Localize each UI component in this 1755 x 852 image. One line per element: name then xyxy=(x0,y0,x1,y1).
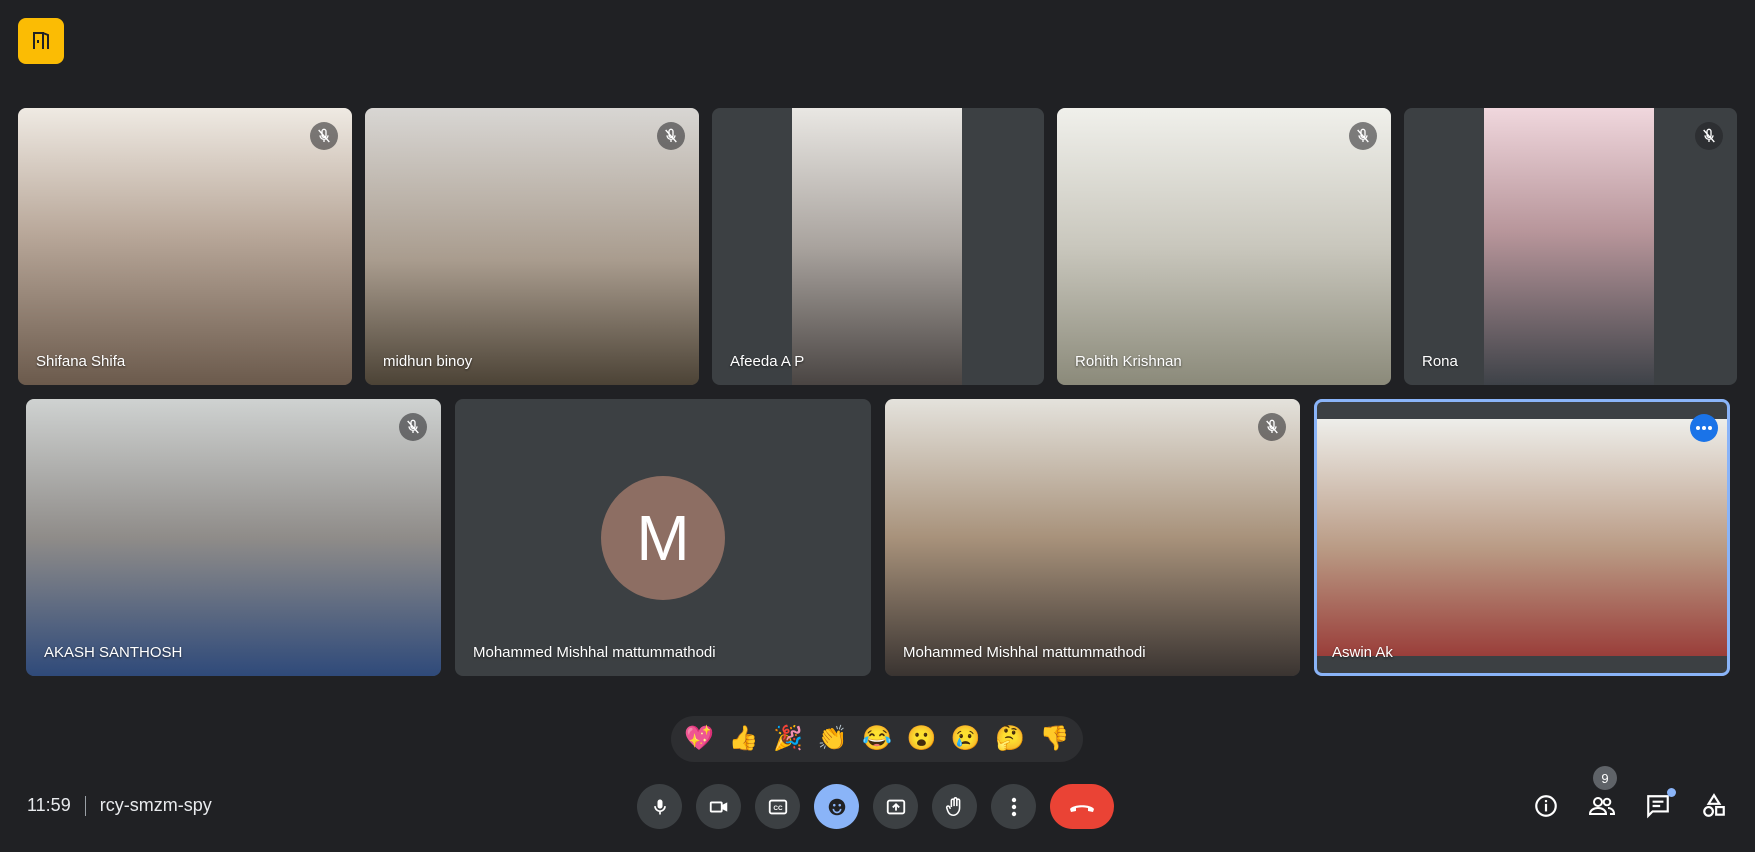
participant-name: Mohammed Mishhal mattummathodi xyxy=(903,644,1146,661)
reaction-clapping[interactable]: 👏 xyxy=(818,727,848,751)
activities-icon xyxy=(1703,793,1725,817)
participant-name: midhun binoy xyxy=(383,353,473,370)
meeting-code: rcy-smzm-spy xyxy=(99,795,212,815)
more-options-icon xyxy=(1011,797,1016,816)
hang-up-icon xyxy=(1070,804,1094,812)
participant-name: Rona xyxy=(1422,353,1458,370)
people-icon xyxy=(1588,797,1616,815)
mic-icon xyxy=(653,799,666,814)
reaction-thinking[interactable]: 🤔 xyxy=(995,727,1025,751)
unread-dot xyxy=(1667,788,1676,797)
participant-video xyxy=(1057,108,1391,385)
more-options-button[interactable] xyxy=(991,784,1036,829)
participant-tile[interactable]: Mohammed Mishhal mattummathodi xyxy=(885,399,1300,676)
muted-mic-icon xyxy=(399,413,427,441)
participant-name: Shifana Shifa xyxy=(36,353,126,370)
activities-button[interactable] xyxy=(1698,790,1730,822)
meeting-time: 11:59 xyxy=(27,795,71,815)
reaction-tears-of-joy[interactable]: 😂 xyxy=(862,727,892,751)
present-icon xyxy=(886,799,905,814)
hang-up-button[interactable] xyxy=(1050,784,1114,829)
participant-video xyxy=(365,108,699,385)
present-button[interactable] xyxy=(873,784,918,829)
meeting-info: 11:59 rcy-smzm-spy xyxy=(27,795,212,816)
participant-video xyxy=(18,108,352,385)
emoji-icon xyxy=(828,798,845,815)
door-icon xyxy=(33,32,49,49)
participant-video xyxy=(1484,108,1654,385)
participant-name: Afeeda A P xyxy=(730,353,805,370)
participant-name: AKASH SANTHOSH xyxy=(44,644,183,661)
reaction-bar: 💖 👍 🎉 👏 😂 😮 😢 🤔 👎 xyxy=(671,716,1083,762)
captions-button[interactable]: CC xyxy=(755,784,800,829)
participant-video xyxy=(1317,419,1727,656)
participant-name: Mohammed Mishhal mattummathodi xyxy=(473,644,716,661)
reaction-sparkling-heart[interactable]: 💖 xyxy=(684,727,714,751)
participant-tile[interactable]: Afeeda A P xyxy=(712,108,1044,385)
side-controls: 9 xyxy=(1530,766,1730,822)
muted-mic-icon xyxy=(310,122,338,150)
muted-mic-icon xyxy=(1695,122,1723,150)
reaction-crying[interactable]: 😢 xyxy=(951,727,981,751)
muted-mic-icon xyxy=(1349,122,1377,150)
emoji-button[interactable] xyxy=(814,784,859,829)
participant-tile[interactable]: Rohith Krishnan xyxy=(1057,108,1391,385)
mic-button[interactable] xyxy=(637,784,682,829)
muted-mic-icon xyxy=(657,122,685,150)
reaction-thumbs-up[interactable]: 👍 xyxy=(729,727,759,751)
exit-room-logo[interactable] xyxy=(18,18,64,64)
participant-video xyxy=(26,399,441,676)
call-controls: CC xyxy=(637,784,1114,829)
reaction-surprised[interactable]: 😮 xyxy=(906,727,936,751)
reaction-party-popper[interactable]: 🎉 xyxy=(773,727,803,751)
participant-count-badge: 9 xyxy=(1593,766,1617,790)
raise-hand-icon xyxy=(945,796,960,816)
more-options-icon[interactable] xyxy=(1690,414,1718,442)
participant-tile[interactable]: AKASH SANTHOSH xyxy=(26,399,441,676)
meeting-details-button[interactable] xyxy=(1530,790,1562,822)
chat-button[interactable] xyxy=(1642,788,1676,822)
avatar: M xyxy=(601,475,725,600)
reaction-thumbs-down[interactable]: 👎 xyxy=(1040,727,1070,751)
chat-icon xyxy=(1647,795,1669,819)
participant-tile[interactable]: Rona xyxy=(1404,108,1737,385)
people-button[interactable]: 9 xyxy=(1586,766,1618,822)
camera-icon xyxy=(709,801,727,812)
muted-mic-icon xyxy=(1258,413,1286,441)
participant-video xyxy=(885,399,1300,676)
participant-name: Aswin Ak xyxy=(1332,644,1393,661)
participant-video xyxy=(792,108,962,385)
participant-name: Rohith Krishnan xyxy=(1075,353,1182,370)
participant-tile[interactable]: midhun binoy xyxy=(365,108,699,385)
captions-icon: CC xyxy=(768,799,787,814)
info-icon xyxy=(1535,795,1557,817)
participant-tile[interactable]: Shifana Shifa xyxy=(18,108,352,385)
participant-tile[interactable]: M Mohammed Mishhal mattummathodi xyxy=(455,399,871,676)
divider xyxy=(84,795,86,816)
raise-hand-button[interactable] xyxy=(932,784,977,829)
participant-tile[interactable]: Aswin Ak xyxy=(1314,399,1730,676)
camera-button[interactable] xyxy=(696,784,741,829)
svg-text:CC: CC xyxy=(773,804,783,811)
